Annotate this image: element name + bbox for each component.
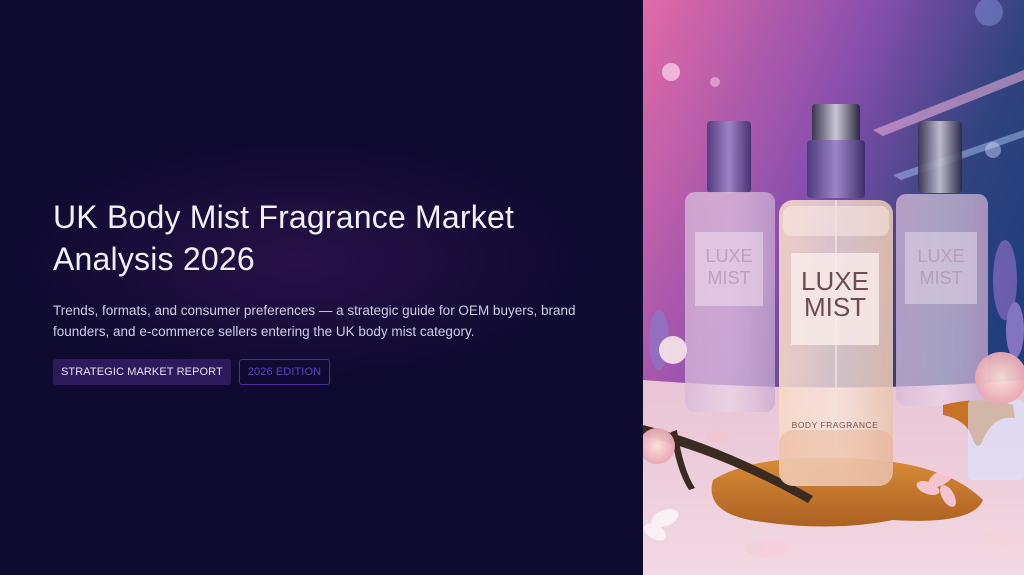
svg-text:MIST: MIST xyxy=(708,268,751,288)
product-photo: LUXE MIST LUXE MIST LUXE MIST BODY FRAGR… xyxy=(643,0,1024,575)
bottle-caption: BODY FRAGRANCE xyxy=(792,420,879,430)
svg-text:LUXE: LUXE xyxy=(917,246,964,266)
badge-group: STRATEGIC MARKET REPORT 2026 EDITION xyxy=(53,359,643,385)
text-panel: UK Body Mist Fragrance Market Analysis 2… xyxy=(0,0,643,575)
page-title: UK Body Mist Fragrance Market Analysis 2… xyxy=(53,199,515,277)
report-type-badge: STRATEGIC MARKET REPORT xyxy=(53,359,231,385)
svg-text:LUXE: LUXE xyxy=(705,246,752,266)
edition-badge: 2026 EDITION xyxy=(238,359,331,385)
hero-image: LUXE MIST LUXE MIST LUXE MIST BODY FRAGR… xyxy=(643,0,1024,575)
page-subtitle: Trends, formats, and consumer preference… xyxy=(53,303,576,339)
slide: UK Body Mist Fragrance Market Analysis 2… xyxy=(0,0,1024,575)
svg-text:MIST: MIST xyxy=(920,268,963,288)
bottle-label-line2: MIST xyxy=(804,292,866,322)
